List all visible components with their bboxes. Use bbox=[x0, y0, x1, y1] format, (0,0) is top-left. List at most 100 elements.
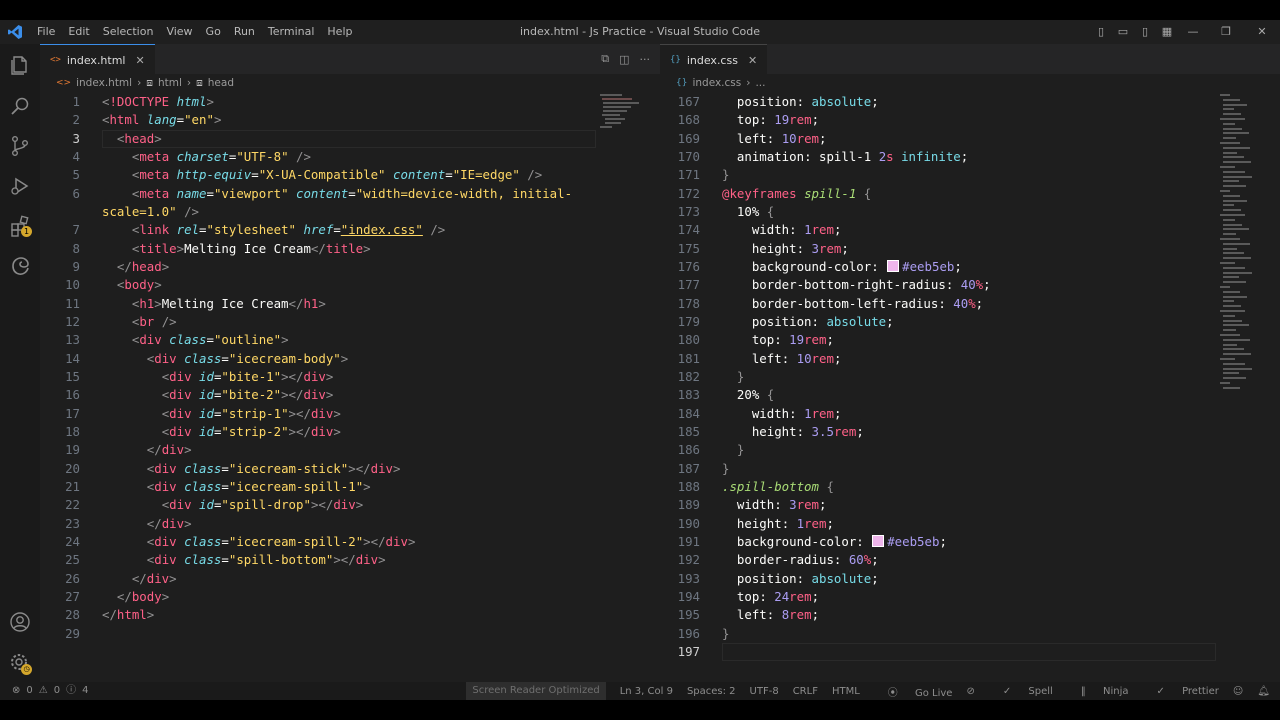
code-editor-html[interactable]: 1 <!DOCTYPE html> 2 <html lang="en"> 3 <head… bbox=[40, 93, 660, 643]
go-live-button[interactable]: ⦿ Go Live bbox=[874, 684, 953, 699]
code-line[interactable]: 1 <!DOCTYPE html> bbox=[40, 93, 660, 111]
code-line[interactable]: 12 <br /> bbox=[40, 313, 660, 331]
tab-index-css[interactable]: {} index.css ✕ bbox=[660, 44, 768, 75]
code-line[interactable]: 185 height: 3.5rem; bbox=[660, 423, 1280, 441]
toggle-secondary-sidebar-icon[interactable]: ▯ bbox=[1134, 20, 1156, 44]
code-line[interactable]: 4 <meta charset="UTF-8" /> bbox=[40, 148, 660, 166]
code-line[interactable]: 194 top: 24rem; bbox=[660, 588, 1280, 606]
code-line[interactable]: 3 <head> bbox=[40, 129, 660, 148]
code-line[interactable]: 169 left: 10rem; bbox=[660, 130, 1280, 148]
breadcrumb-file[interactable]: index.html bbox=[76, 77, 132, 89]
breadcrumb-head[interactable]: head bbox=[208, 77, 234, 89]
code-line[interactable]: 196} bbox=[660, 625, 1280, 643]
run-debug-icon[interactable] bbox=[8, 174, 32, 198]
code-line[interactable]: 10 <body> bbox=[40, 276, 660, 294]
code-line[interactable]: 179 position: absolute; bbox=[660, 313, 1280, 331]
explorer-icon[interactable] bbox=[8, 54, 32, 78]
tab-index-html[interactable]: <> index.html ✕ bbox=[40, 44, 155, 75]
code-line[interactable]: 189 width: 3rem; bbox=[660, 496, 1280, 514]
code-line[interactable]: 195 left: 8rem; bbox=[660, 606, 1280, 624]
breadcrumb-html[interactable]: html bbox=[158, 77, 182, 89]
toggle-panel-icon[interactable]: ▭ bbox=[1112, 20, 1134, 44]
no-network-icon[interactable]: ⊘ bbox=[966, 686, 974, 697]
close-tab-icon[interactable]: ✕ bbox=[748, 54, 757, 67]
edge-devtools-icon[interactable] bbox=[8, 254, 32, 278]
code-line[interactable]: 167 position: absolute; bbox=[660, 93, 1280, 111]
indentation[interactable]: Spaces: 2 bbox=[687, 686, 736, 697]
code-line[interactable]: 173 10% { bbox=[660, 203, 1280, 221]
accounts-icon[interactable] bbox=[8, 610, 32, 634]
code-line[interactable]: 16 <div id="bite-2"></div> bbox=[40, 386, 660, 404]
vscode-logo-icon[interactable] bbox=[7, 24, 23, 40]
toggle-primary-sidebar-icon[interactable]: ▯ bbox=[1090, 20, 1112, 44]
code-line[interactable]: 190 height: 1rem; bbox=[660, 515, 1280, 533]
menu-go[interactable]: Go bbox=[199, 20, 227, 44]
minimize-icon[interactable]: — bbox=[1178, 20, 1208, 44]
code-line[interactable]: 17 <div id="strip-1"></div> bbox=[40, 405, 660, 423]
menu-selection[interactable]: Selection bbox=[96, 20, 160, 44]
code-line[interactable]: 191 background-color: #eeb5eb; bbox=[660, 533, 1280, 551]
code-line[interactable]: scale=1.0" /> bbox=[40, 203, 660, 221]
code-line[interactable]: 181 left: 10rem; bbox=[660, 350, 1280, 368]
code-line[interactable]: 5 <meta http-equiv="X-UA-Compatible" con… bbox=[40, 166, 660, 184]
feedback-icon[interactable]: ☺ bbox=[1233, 686, 1243, 697]
code-line[interactable]: 177 border-bottom-right-radius: 40%; bbox=[660, 276, 1280, 294]
code-line[interactable]: 27 </body> bbox=[40, 588, 660, 606]
code-line[interactable]: 24 <div class="icecream-spill-2"></div> bbox=[40, 533, 660, 551]
code-line[interactable]: 192 border-radius: 60%; bbox=[660, 551, 1280, 569]
split-editor-icon[interactable]: ◫ bbox=[619, 53, 629, 66]
code-line[interactable]: 172 @keyframes spill-1 { bbox=[660, 185, 1280, 203]
spell-button[interactable]: ✓ Spell bbox=[989, 686, 1053, 697]
menu-edit[interactable]: Edit bbox=[61, 20, 95, 44]
code-line[interactable]: 176 background-color: #eeb5eb; bbox=[660, 258, 1280, 276]
line-ending[interactable]: CRLF bbox=[793, 686, 818, 697]
code-line[interactable]: 8 <title>Melting Ice Cream</title> bbox=[40, 240, 660, 258]
close-window-icon[interactable]: ✕ bbox=[1244, 20, 1280, 44]
breadcrumb-more[interactable]: ... bbox=[755, 77, 765, 89]
code-line[interactable]: 11 <h1>Melting Ice Cream</h1> bbox=[40, 295, 660, 313]
close-tab-icon[interactable]: ✕ bbox=[136, 54, 145, 67]
code-line[interactable]: 14 <div class="icecream-body"> bbox=[40, 350, 660, 368]
code-line[interactable]: 184 width: 1rem; bbox=[660, 405, 1280, 423]
source-control-icon[interactable] bbox=[8, 134, 32, 158]
search-icon[interactable] bbox=[8, 94, 32, 118]
code-line[interactable]: 187} bbox=[660, 460, 1280, 478]
menu-file[interactable]: File bbox=[30, 20, 61, 44]
code-line[interactable]: 13 <div class="outline"> bbox=[40, 331, 660, 349]
code-line[interactable]: 171} bbox=[660, 166, 1280, 184]
code-line[interactable]: 193 position: absolute; bbox=[660, 570, 1280, 588]
notifications-bell-icon[interactable]: 🔔︎ bbox=[1257, 686, 1270, 697]
code-line[interactable]: 18 <div id="strip-2"></div> bbox=[40, 423, 660, 441]
code-line[interactable]: 174 width: 1rem; bbox=[660, 221, 1280, 239]
more-actions-icon[interactable]: ··· bbox=[640, 53, 651, 66]
breadcrumb-file[interactable]: index.css bbox=[692, 77, 741, 89]
minimap-left[interactable] bbox=[600, 94, 640, 394]
code-line[interactable]: 15 <div id="bite-1"></div> bbox=[40, 368, 660, 386]
code-line[interactable]: 20 <div class="icecream-stick"></div> bbox=[40, 460, 660, 478]
encoding[interactable]: UTF-8 bbox=[750, 686, 779, 697]
open-preview-icon[interactable]: ⧉ bbox=[601, 52, 609, 66]
problems-status[interactable]: ⊗ 0 ⚠ 0 ⓘ 4 bbox=[12, 682, 88, 700]
prettier-button[interactable]: ✓ Prettier bbox=[1143, 686, 1219, 697]
code-line[interactable]: 2 <html lang="en"> bbox=[40, 111, 660, 129]
code-line[interactable]: 186 } bbox=[660, 441, 1280, 459]
code-line[interactable]: 178 border-bottom-left-radius: 40%; bbox=[660, 295, 1280, 313]
code-line[interactable]: 180 top: 19rem; bbox=[660, 331, 1280, 349]
menu-run[interactable]: Run bbox=[227, 20, 261, 44]
code-line[interactable]: 170 animation: spill-1 2s infinite; bbox=[660, 148, 1280, 166]
code-line[interactable]: 197 bbox=[660, 642, 1280, 661]
code-line[interactable]: 183 20% { bbox=[660, 386, 1280, 404]
code-line[interactable]: 23 </div> bbox=[40, 515, 660, 533]
menu-terminal[interactable]: Terminal bbox=[261, 20, 321, 44]
language-mode[interactable]: HTML bbox=[832, 686, 860, 697]
code-line[interactable]: 182 } bbox=[660, 368, 1280, 386]
code-line[interactable]: 21 <div class="icecream-spill-1"> bbox=[40, 478, 660, 496]
code-line[interactable]: 26 </div> bbox=[40, 570, 660, 588]
code-line[interactable]: 22 <div id="spill-drop"></div> bbox=[40, 496, 660, 514]
code-line[interactable]: 175 height: 3rem; bbox=[660, 240, 1280, 258]
code-line[interactable]: 29 bbox=[40, 625, 660, 643]
cursor-position[interactable]: Ln 3, Col 9 bbox=[620, 686, 673, 697]
code-line[interactable]: 25 <div class="spill-bottom"></div> bbox=[40, 551, 660, 569]
code-line[interactable]: 19 </div> bbox=[40, 441, 660, 459]
code-line[interactable]: 168 top: 19rem; bbox=[660, 111, 1280, 129]
